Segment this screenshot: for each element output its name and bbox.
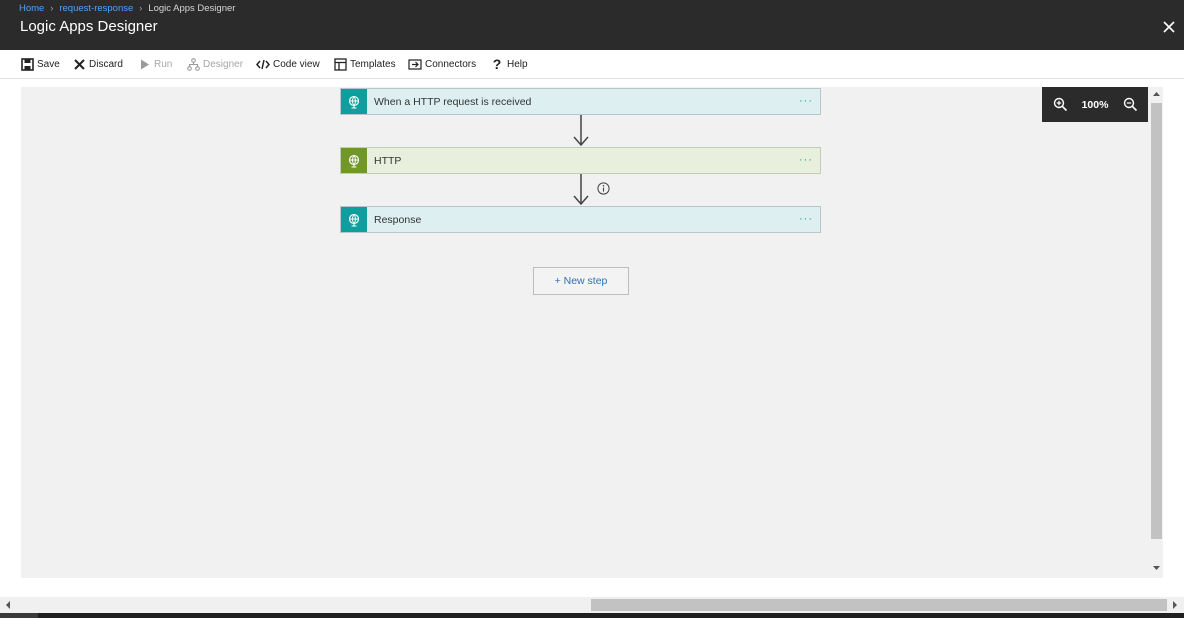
save-icon xyxy=(20,57,34,71)
run-button[interactable]: Run xyxy=(137,50,172,78)
zoom-level: 100% xyxy=(1081,98,1109,111)
templates-label: Templates xyxy=(350,58,396,70)
code-view-button[interactable]: Code view xyxy=(256,50,320,78)
close-icon xyxy=(1163,21,1175,33)
discard-button[interactable]: Discard xyxy=(72,50,123,78)
chevron-right-icon: › xyxy=(139,3,143,13)
step-card-http-request-trigger[interactable]: When a HTTP request is received ··· xyxy=(340,88,821,115)
breadcrumb-current: Logic Apps Designer xyxy=(148,2,236,14)
http-action-icon xyxy=(348,154,360,168)
designer-canvas[interactable]: When a HTTP request is received ··· HTTP… xyxy=(21,87,1163,578)
blade-header: Home › request-response › Logic Apps Des… xyxy=(0,0,1184,50)
templates-button[interactable]: Templates xyxy=(333,50,396,78)
ellipsis-icon: ··· xyxy=(799,213,813,225)
breadcrumb-home-link[interactable]: Home xyxy=(19,3,44,14)
close-button[interactable] xyxy=(1158,16,1180,38)
step-icon-box xyxy=(341,148,367,173)
flow-arrow-down-icon xyxy=(573,115,589,147)
scroll-left-arrow-icon[interactable] xyxy=(3,600,12,610)
scroll-up-arrow-icon[interactable] xyxy=(1152,89,1161,99)
save-label: Save xyxy=(37,58,60,70)
discard-icon xyxy=(72,57,86,71)
window-bottom-edge xyxy=(0,613,1184,618)
breadcrumb: Home › request-response › Logic Apps Des… xyxy=(19,2,235,14)
step-icon-box xyxy=(341,207,367,232)
designer-icon xyxy=(186,57,200,71)
window-bottom-accent xyxy=(0,613,38,618)
help-button[interactable]: ? Help xyxy=(490,50,528,78)
code-view-label: Code view xyxy=(273,58,320,70)
step-title: Response xyxy=(374,213,422,226)
response-icon xyxy=(348,213,360,227)
ellipsis-icon: ··· xyxy=(799,154,813,166)
ellipsis-icon: ··· xyxy=(799,95,813,107)
run-icon xyxy=(137,57,151,71)
horizontal-scrollbar[interactable] xyxy=(0,597,1184,613)
designer-button[interactable]: Designer xyxy=(186,50,243,78)
run-label: Run xyxy=(154,58,173,70)
page-title: Logic Apps Designer xyxy=(20,18,158,35)
step-card-response[interactable]: Response ··· xyxy=(340,206,821,233)
step-menu-button[interactable]: ··· xyxy=(798,150,814,170)
new-step-button[interactable]: + New step xyxy=(533,267,629,295)
zoom-out-icon xyxy=(1123,97,1137,112)
zoom-out-button[interactable] xyxy=(1112,87,1148,122)
templates-icon xyxy=(333,57,347,71)
vertical-scroll-thumb[interactable] xyxy=(1151,103,1162,539)
help-label: Help xyxy=(507,58,528,70)
step-menu-button[interactable]: ··· xyxy=(798,209,814,229)
code-icon xyxy=(256,57,270,71)
designer-label: Designer xyxy=(203,58,244,70)
zoom-in-button[interactable] xyxy=(1042,87,1078,122)
chevron-right-icon: › xyxy=(50,3,54,13)
scroll-down-arrow-icon[interactable] xyxy=(1152,563,1161,573)
command-bar: Save Discard Run Designer Code view Temp… xyxy=(0,50,1184,79)
info-icon[interactable] xyxy=(597,182,610,195)
connectors-icon xyxy=(408,57,422,71)
step-card-http[interactable]: HTTP ··· xyxy=(340,147,821,174)
http-request-trigger-icon xyxy=(348,95,360,109)
scroll-right-arrow-icon[interactable] xyxy=(1171,600,1180,610)
discard-label: Discard xyxy=(89,58,123,70)
zoom-in-icon xyxy=(1053,97,1067,112)
step-icon-box xyxy=(341,89,367,114)
save-button[interactable]: Save xyxy=(20,50,60,78)
vertical-scrollbar[interactable] xyxy=(1150,89,1163,577)
zoom-panel: 100% xyxy=(1042,87,1148,122)
flow-arrow-down-icon xyxy=(573,174,589,206)
step-title: HTTP xyxy=(374,154,402,167)
connectors-label: Connectors xyxy=(425,58,477,70)
connectors-button[interactable]: Connectors xyxy=(408,50,476,78)
breadcrumb-app-link[interactable]: request-response xyxy=(59,3,133,14)
horizontal-scroll-thumb[interactable] xyxy=(591,599,1167,611)
step-menu-button[interactable]: ··· xyxy=(798,91,814,111)
help-icon: ? xyxy=(492,56,502,72)
step-title: When a HTTP request is received xyxy=(374,95,532,108)
